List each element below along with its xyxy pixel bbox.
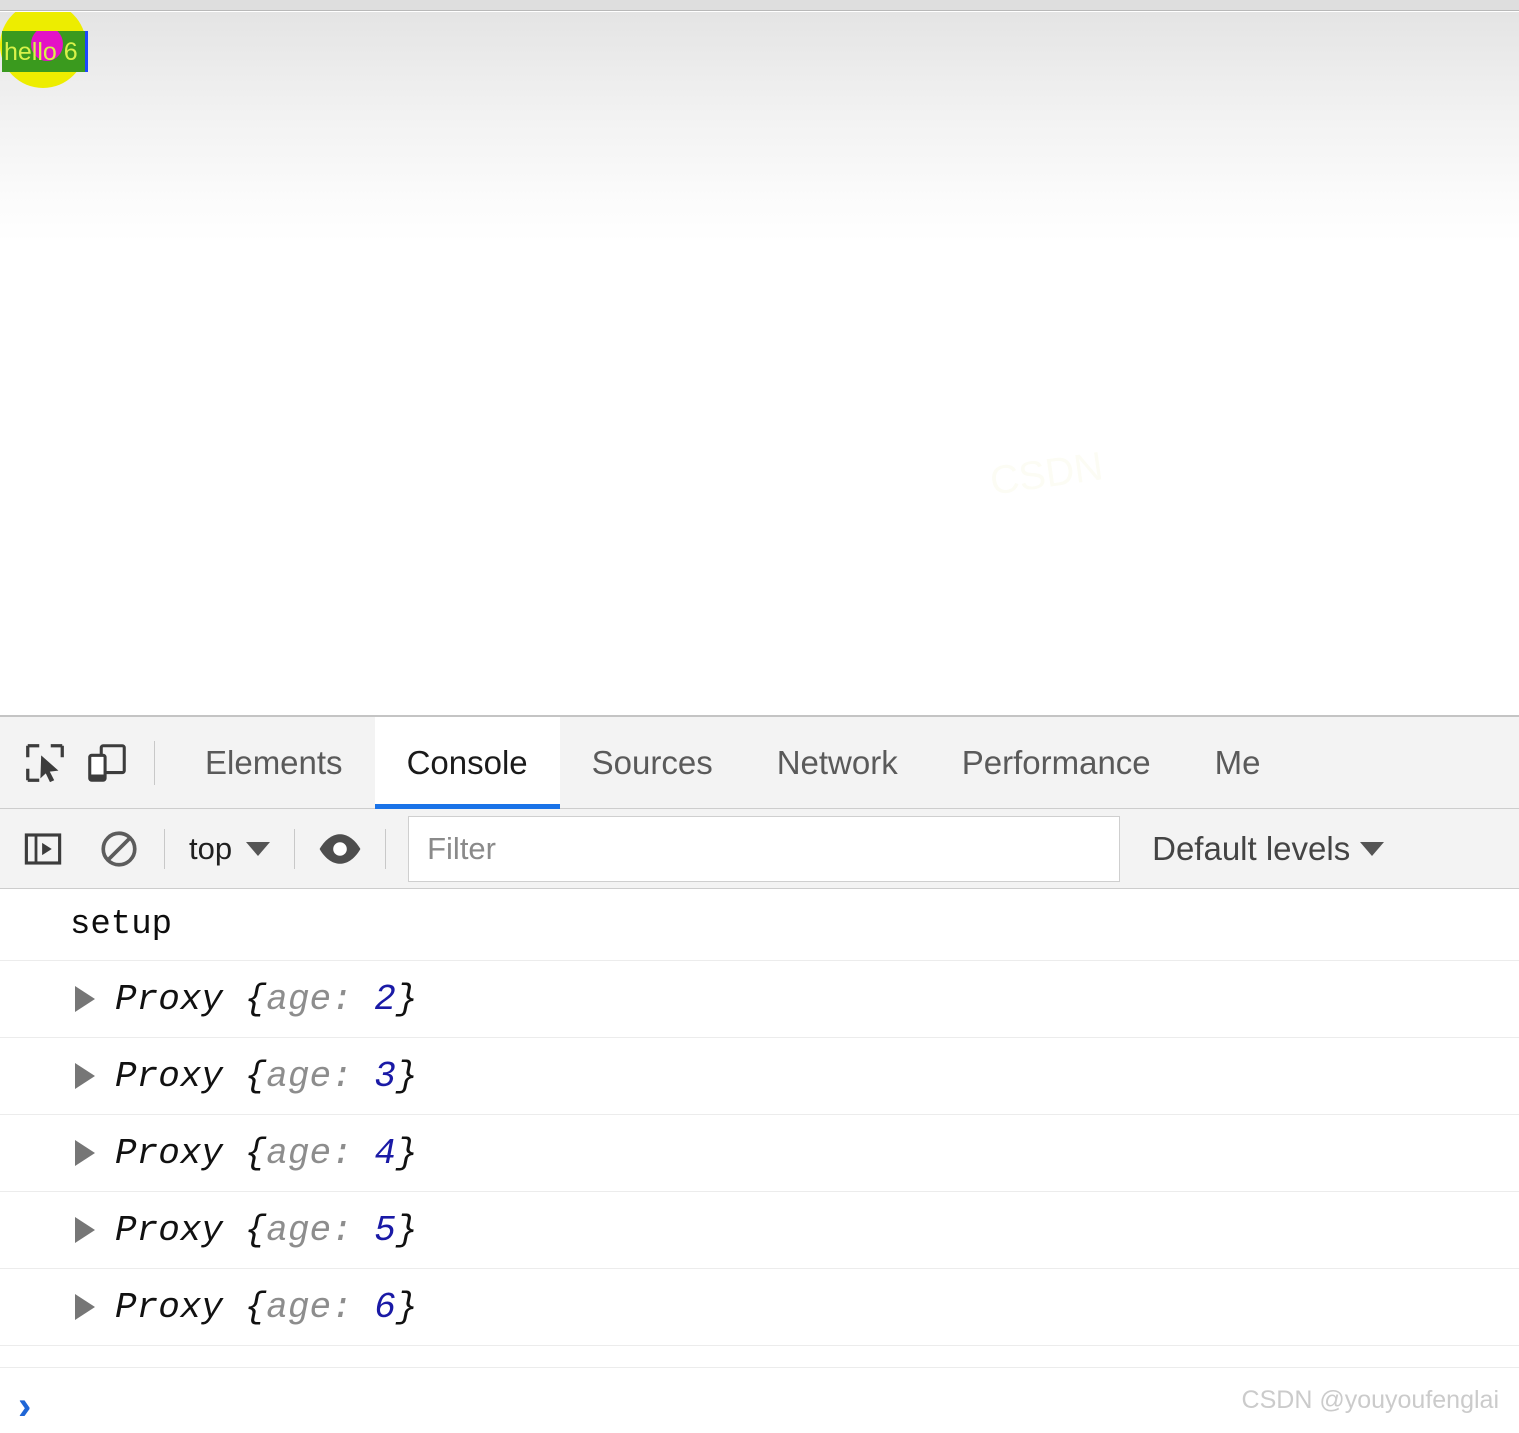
- expand-triangle-icon[interactable]: [75, 1217, 95, 1243]
- expand-triangle-icon[interactable]: [75, 986, 95, 1012]
- tab-console[interactable]: Console: [374, 717, 560, 809]
- console-message-row[interactable]: Proxy { age: 3 }: [0, 1038, 1519, 1115]
- tab-label: Sources: [591, 743, 713, 781]
- hello-badge-box[interactable]: hello 6: [2, 31, 88, 72]
- page-faint-watermark: CSDN: [987, 444, 1106, 504]
- devtools-panel: Elements Console Sources Network Perform…: [0, 715, 1519, 1433]
- object-constructor: Proxy: [115, 1132, 224, 1174]
- log-levels-selector[interactable]: Default levels: [1152, 829, 1385, 868]
- object-key: age:: [266, 1209, 353, 1251]
- tab-memory[interactable]: Me: [1183, 717, 1293, 809]
- expand-triangle-icon[interactable]: [75, 1294, 95, 1320]
- object-open-brace: {: [244, 978, 267, 1020]
- object-constructor: Proxy: [115, 1286, 224, 1328]
- console-message-list[interactable]: setup Proxy { age: 2 } Proxy { age: 3 } …: [0, 889, 1519, 1367]
- chevron-down-icon: [1360, 841, 1385, 856]
- toolbar-divider-2: [294, 828, 296, 869]
- inspect-element-icon[interactable]: [16, 734, 74, 792]
- chevron-down-icon: [246, 841, 271, 856]
- tab-network[interactable]: Network: [745, 717, 930, 809]
- csdn-watermark: CSDN @youyoufenglai: [1241, 1386, 1499, 1414]
- page-background-gradient: [0, 12, 1519, 242]
- tab-label: Elements: [205, 743, 343, 781]
- object-key: age:: [266, 1055, 353, 1097]
- tab-performance[interactable]: Performance: [930, 717, 1183, 809]
- object-open-brace: {: [244, 1209, 267, 1251]
- console-message-row[interactable]: Proxy { age: 5 }: [0, 1192, 1519, 1269]
- console-toolbar: top Filter Default levels: [0, 809, 1519, 889]
- object-value: 4: [374, 1132, 396, 1174]
- expand-triangle-icon[interactable]: [75, 1140, 95, 1166]
- prompt-chevron-icon: ›: [18, 1383, 32, 1428]
- object-constructor: Proxy: [115, 978, 224, 1020]
- toolbar-divider-3: [385, 828, 387, 869]
- object-open-brace: {: [244, 1286, 267, 1328]
- tabbar-divider: [154, 740, 155, 785]
- tab-label: Console: [406, 743, 528, 781]
- toolbar-divider: [164, 828, 165, 869]
- device-toolbar-icon[interactable]: [78, 734, 136, 792]
- execution-context-selector[interactable]: top: [183, 831, 276, 867]
- console-message-row[interactable]: Proxy { age: 6 }: [0, 1269, 1519, 1346]
- tab-label: Network: [776, 743, 898, 781]
- console-message-row[interactable]: Proxy { age: 4 }: [0, 1115, 1519, 1192]
- devtools-tabbar: Elements Console Sources Network Perform…: [0, 717, 1519, 809]
- object-value: 5: [374, 1209, 396, 1251]
- tab-sources[interactable]: Sources: [560, 717, 745, 809]
- clear-console-icon[interactable]: [92, 822, 146, 876]
- tab-label: Performance: [961, 743, 1151, 781]
- expand-triangle-icon[interactable]: [75, 1063, 95, 1089]
- object-close-brace: }: [395, 1132, 418, 1174]
- object-close-brace: }: [395, 1055, 418, 1097]
- browser-chrome-strip: [0, 0, 1519, 11]
- object-constructor: Proxy: [115, 1055, 224, 1097]
- object-key: age:: [266, 978, 353, 1020]
- log-levels-label: Default levels: [1152, 829, 1351, 867]
- object-open-brace: {: [244, 1132, 267, 1174]
- execution-context-label: top: [189, 830, 233, 866]
- object-value: 2: [374, 978, 396, 1020]
- object-open-brace: {: [244, 1055, 267, 1097]
- object-close-brace: }: [395, 1286, 418, 1328]
- hello-badge-label: hello 6: [4, 38, 78, 66]
- console-message-row[interactable]: Proxy { age: 2 }: [0, 961, 1519, 1038]
- object-value: 6: [374, 1286, 396, 1328]
- console-sidebar-icon[interactable]: [16, 822, 70, 876]
- page-viewport: hello 6 CSDN: [0, 12, 1519, 715]
- console-message-row[interactable]: setup: [0, 889, 1519, 961]
- live-expression-icon[interactable]: [313, 822, 367, 876]
- tab-elements[interactable]: Elements: [173, 717, 375, 809]
- object-close-brace: }: [395, 978, 418, 1020]
- object-key: age:: [266, 1132, 353, 1174]
- filter-input[interactable]: Filter: [408, 815, 1121, 882]
- console-text-message: setup: [70, 905, 173, 944]
- object-constructor: Proxy: [115, 1209, 224, 1251]
- tab-label: Me: [1214, 743, 1261, 781]
- object-key: age:: [266, 1286, 353, 1328]
- object-value: 3: [374, 1055, 396, 1097]
- object-close-brace: }: [395, 1209, 418, 1251]
- filter-placeholder: Filter: [427, 830, 496, 866]
